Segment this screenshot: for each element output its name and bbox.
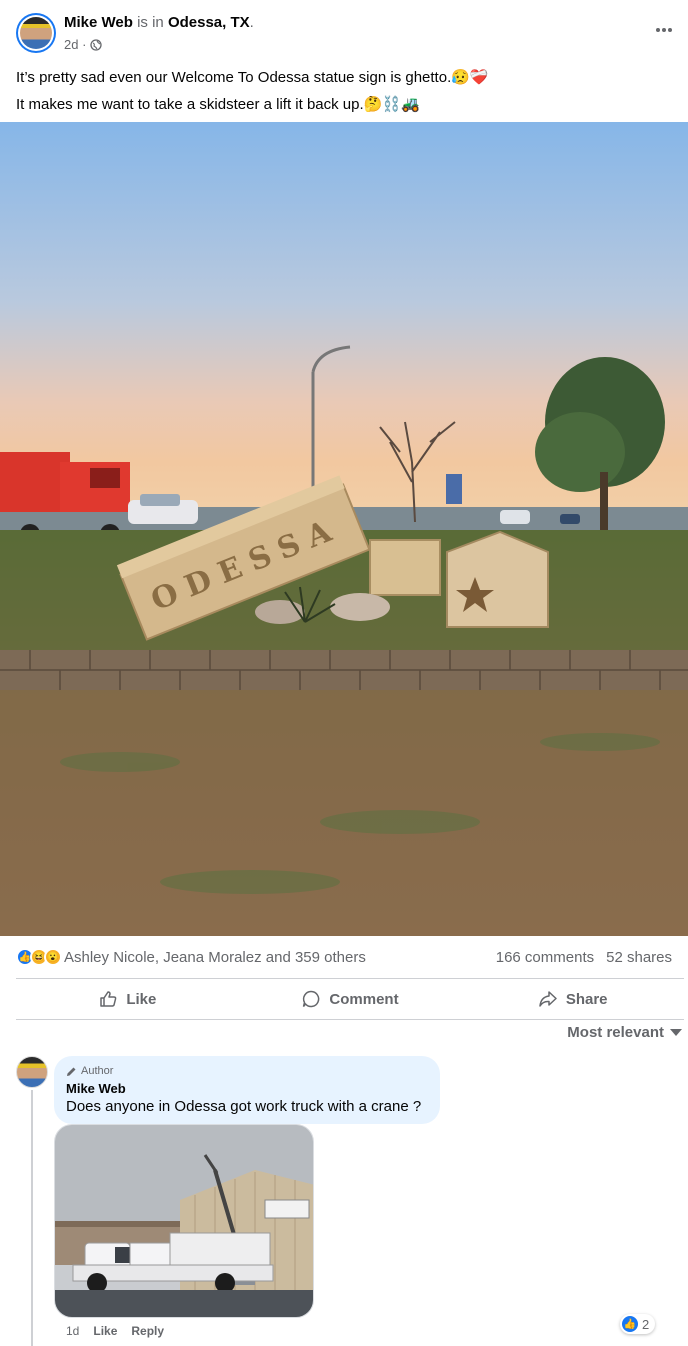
post-text-line-2: It makes me want to take a skidsteer a l…: [16, 96, 420, 113]
share-label: Share: [565, 990, 608, 1008]
caret-down-icon: [670, 1029, 682, 1036]
share-icon: [539, 991, 557, 1007]
more-options-button[interactable]: [654, 20, 674, 40]
commenter-avatar[interactable]: [16, 1056, 48, 1088]
comment-button[interactable]: Comment: [239, 979, 462, 1019]
like-button[interactable]: Like: [16, 979, 239, 1019]
share-button[interactable]: Share: [461, 979, 684, 1019]
comments-count[interactable]: 166 comments: [496, 949, 594, 966]
globe-icon: [90, 38, 103, 51]
author-avatar[interactable]: [16, 13, 56, 53]
post-actions: Like Comment Share: [16, 979, 684, 1019]
reply-thread-line: [31, 1090, 33, 1346]
post-header: Mike Web is in Odessa, TX. 2d ·: [0, 0, 688, 64]
comment-time[interactable]: 1d: [66, 1324, 79, 1338]
comment-text: Does anyone in Odessa got work truck wit…: [66, 1098, 422, 1115]
reaction-icons[interactable]: 👍 😆 😮: [16, 948, 62, 966]
divider-bottom: [16, 1019, 684, 1020]
comment-sort-dropdown[interactable]: Most relevant: [567, 1024, 682, 1041]
sort-label: Most relevant: [567, 1024, 664, 1041]
comment-reply-button[interactable]: Reply: [131, 1324, 164, 1338]
author-name[interactable]: Mike Web: [64, 14, 133, 31]
reactions-summary: 👍 😆 😮 Ashley Nicole, Jeana Moralez and 3…: [16, 944, 672, 970]
post-time[interactable]: 2d ·: [64, 37, 86, 52]
comment-photo[interactable]: [54, 1124, 314, 1318]
commenter-name[interactable]: Mike Web: [66, 1081, 428, 1096]
pencil-icon: [67, 1067, 76, 1076]
post-text: It’s pretty sad even our Welcome To Odes…: [16, 64, 676, 118]
location-link[interactable]: Odessa, TX: [168, 14, 250, 31]
author-badge: Author: [66, 1064, 428, 1078]
comment-icon: [303, 990, 320, 1008]
like-icon: 👍: [622, 1316, 638, 1332]
comment-reaction-count: 2: [642, 1316, 650, 1332]
period: .: [249, 14, 254, 31]
comment-bubble: Author Mike Web Does anyone in Odessa go…: [54, 1056, 440, 1124]
post-photo[interactable]: ODESSA: [0, 122, 688, 936]
post-text-line-1: It’s pretty sad even our Welcome To Odes…: [16, 69, 489, 86]
shares-count[interactable]: 52 shares: [606, 949, 672, 966]
author-line: Mike Web is in Odessa, TX.: [64, 14, 254, 31]
post-counts: 166 comments 52 shares: [496, 949, 672, 966]
comment-reactions[interactable]: 👍 2: [620, 1314, 656, 1334]
comment-label: Comment: [329, 990, 399, 1008]
wow-icon: 😮: [44, 948, 62, 966]
thumbs-up-icon: [100, 991, 117, 1007]
author-badge-label: Author: [81, 1065, 114, 1077]
comment-like-button[interactable]: Like: [93, 1324, 117, 1338]
reactors-text[interactable]: Ashley Nicole, Jeana Moralez and 359 oth…: [64, 949, 496, 966]
post-meta: 2d ·: [64, 37, 103, 52]
comment-meta: 1d Like Reply: [66, 1324, 164, 1338]
is-in-text: is in: [137, 14, 164, 31]
like-label: Like: [126, 990, 157, 1008]
